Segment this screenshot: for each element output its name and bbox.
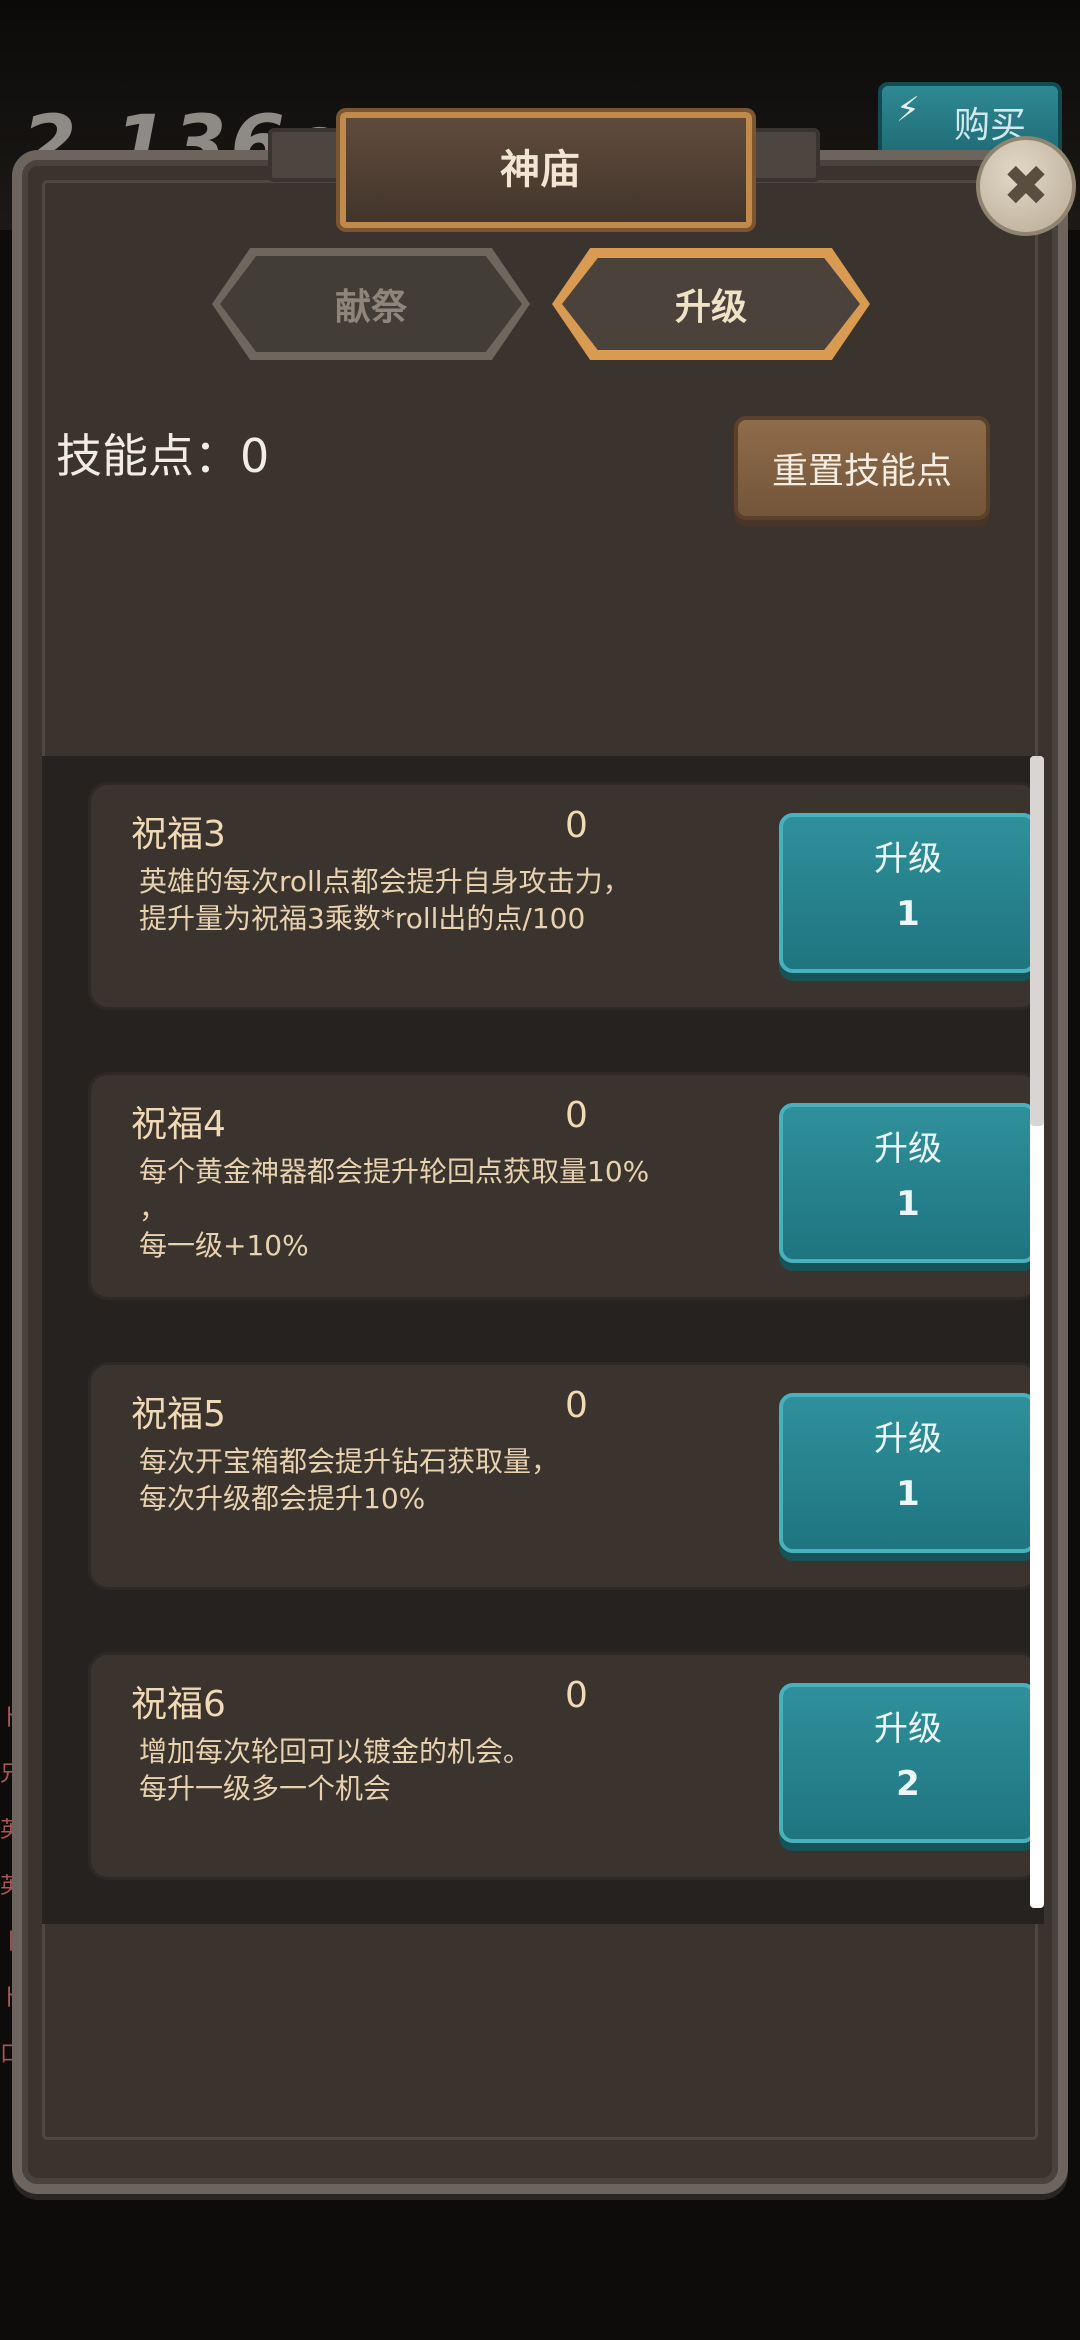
blessing-level: 0 bbox=[565, 805, 588, 846]
blessing-card: 祝福5 0 每次开宝箱都会提升钻石获取量， 每次升级都会提升10% 升级 1 bbox=[88, 1362, 1040, 1590]
close-icon: ✖ bbox=[1002, 153, 1050, 219]
blessing-name: 祝福5 bbox=[131, 1394, 226, 1435]
tab-offer-label: 献祭 bbox=[334, 287, 407, 328]
tab-upgrade[interactable]: 升级 bbox=[552, 248, 870, 360]
upgrade-button[interactable]: 升级 1 bbox=[779, 1103, 1037, 1263]
blessing-description: 英雄的每次roll点都会提升自身攻击力， 提升量为祝福3乘数*roll出的点/1… bbox=[139, 865, 631, 935]
close-button[interactable]: ✖ bbox=[976, 136, 1076, 236]
lightning-icon: ⚡ bbox=[896, 90, 920, 130]
tab-offer[interactable]: 献祭 bbox=[212, 248, 530, 360]
skill-points-value: 0 bbox=[240, 429, 270, 483]
upgrade-button-label: 升级 bbox=[874, 1129, 942, 1169]
blessing-list[interactable]: 祝福3 0 英雄的每次roll点都会提升自身攻击力， 提升量为祝福3乘数*rol… bbox=[42, 756, 1044, 1924]
skill-points-display: 技能点：0 bbox=[56, 420, 269, 486]
blessing-name: 祝福4 bbox=[131, 1104, 226, 1145]
blessing-name: 祝福6 bbox=[131, 1684, 226, 1725]
upgrade-cost: 2 bbox=[896, 1764, 920, 1804]
skill-points-label: 技能点： bbox=[56, 429, 240, 483]
upgrade-button-label: 升级 bbox=[874, 1419, 942, 1459]
list-scrollbar[interactable] bbox=[1030, 756, 1044, 1908]
reset-skill-points-label: 重置技能点 bbox=[771, 451, 952, 492]
upgrade-button[interactable]: 升级 2 bbox=[779, 1683, 1037, 1843]
blessing-description: 增加每次轮回可以镀金的机会。 每升一级多一个机会 bbox=[139, 1735, 532, 1805]
blessing-name: 祝福3 bbox=[131, 814, 226, 855]
blessing-card: 祝福6 0 增加每次轮回可以镀金的机会。 每升一级多一个机会 升级 2 bbox=[88, 1652, 1040, 1880]
blessing-card: 祝福3 0 英雄的每次roll点都会提升自身攻击力， 提升量为祝福3乘数*rol… bbox=[88, 782, 1040, 1010]
reset-skill-points-button[interactable]: 重置技能点 bbox=[734, 416, 990, 520]
upgrade-cost: 1 bbox=[896, 894, 920, 934]
upgrade-button-label: 升级 bbox=[874, 839, 942, 879]
tab-upgrade-label: 升级 bbox=[674, 287, 747, 328]
blessing-description: 每次开宝箱都会提升钻石获取量， 每次升级都会提升10% bbox=[139, 1445, 560, 1515]
upgrade-button-label: 升级 bbox=[874, 1709, 942, 1749]
upgrade-cost: 1 bbox=[896, 1474, 920, 1514]
blessing-level: 0 bbox=[565, 1385, 588, 1426]
dialog-title: 神庙 bbox=[500, 147, 580, 193]
blessing-card: 祝福4 0 每个黄金神器都会提升轮回点获取量10% ， 每一级+10% 升级 1 bbox=[88, 1072, 1040, 1300]
blessing-description: 每个黄金神器都会提升轮回点获取量10% ， 每一级+10% bbox=[139, 1155, 650, 1262]
scrollbar-thumb[interactable] bbox=[1030, 756, 1044, 1126]
upgrade-button[interactable]: 升级 1 bbox=[779, 1393, 1037, 1553]
upgrade-button[interactable]: 升级 1 bbox=[779, 813, 1037, 973]
upgrade-cost: 1 bbox=[896, 1184, 920, 1224]
blessing-level: 0 bbox=[565, 1675, 588, 1716]
blessing-level: 0 bbox=[565, 1095, 588, 1136]
